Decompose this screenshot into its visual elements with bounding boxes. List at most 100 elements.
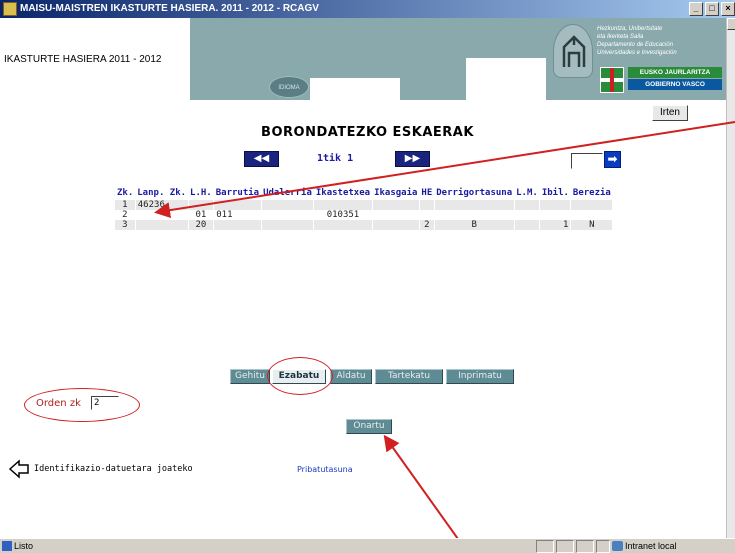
col-header: Ikastetxea	[315, 188, 371, 198]
status-panel	[536, 540, 554, 553]
government-logo: EUSKO JAURLARITZA GOBIERNO VASCO	[596, 67, 726, 95]
print-button[interactable]: Inprimatu	[446, 369, 514, 384]
accept-button[interactable]: Onartu	[346, 419, 392, 434]
dept-line: eta Ikerketa Saila	[597, 34, 644, 40]
table-row[interactable]: 3 20 2 B 1 N	[115, 220, 614, 230]
col-header: Ibil.	[541, 188, 569, 198]
delete-button[interactable]: Ezabatu	[272, 369, 326, 384]
cell	[419, 200, 435, 210]
requests-table: Zk. Lanp. Zk. L.H. Barrutia Udalerria Ik…	[115, 186, 614, 230]
cell	[514, 220, 541, 230]
col-header: Derrigortasuna	[436, 188, 513, 198]
cell: 011	[213, 210, 262, 220]
language-button[interactable]: IDIOMA	[269, 76, 309, 98]
vertical-scrollbar[interactable]	[726, 18, 735, 538]
col-header: Ikasgaia	[374, 188, 418, 198]
prev-page-button[interactable]: ◀◀	[244, 151, 279, 167]
cell	[188, 200, 215, 210]
col-header: L.H.	[190, 188, 212, 198]
cell: 010351	[313, 210, 373, 220]
modify-button[interactable]: Aldatu	[330, 369, 372, 384]
status-text: Listo	[14, 541, 34, 551]
cell	[514, 200, 541, 210]
cell	[135, 220, 189, 230]
back-to-identification-link[interactable]: Identifikazio-datuetara joateko	[34, 464, 193, 474]
cell: 3	[115, 220, 136, 230]
cell	[372, 200, 420, 210]
gov-name-spanish: GOBIERNO VASCO	[628, 79, 722, 90]
banner-white-box	[310, 78, 400, 100]
col-header: Lanp. Zk.	[137, 188, 187, 198]
cell: 2	[115, 210, 136, 220]
page-info: 1tik 1	[317, 153, 354, 164]
minimize-button[interactable]: _	[689, 2, 703, 16]
dept-line: Universidades e Investigación	[597, 50, 677, 56]
order-number-input[interactable]: 2	[91, 396, 119, 410]
cell	[434, 210, 515, 220]
cell	[570, 210, 614, 220]
cell	[313, 200, 373, 210]
col-header: Berezia	[572, 188, 611, 198]
status-panel	[596, 540, 610, 553]
scroll-up-arrow-icon[interactable]	[727, 18, 735, 30]
go-arrow-icon[interactable]: ➡	[604, 151, 621, 168]
title-bar: MAISU-MAISTREN IKASTURTE HASIERA. 2011 -…	[0, 0, 735, 18]
status-panel	[576, 540, 594, 553]
status-bar: Listo Intranet local	[0, 538, 735, 553]
exit-button[interactable]: Irten	[652, 105, 688, 121]
cell	[570, 200, 614, 210]
department-name: Hezkuntza, Unibertsitate eta Ikerketa Sa…	[597, 26, 732, 58]
gov-name-basque: EUSKO JAURLARITZA	[628, 67, 722, 78]
goto-page-input[interactable]	[571, 153, 603, 169]
table-row[interactable]: 1 46236	[115, 200, 614, 210]
annotation-arrow	[383, 434, 469, 553]
app-icon	[3, 2, 17, 16]
cell: B	[434, 220, 515, 230]
intranet-zone-icon	[612, 541, 623, 551]
cell	[261, 210, 315, 220]
emblem-logo	[553, 24, 593, 78]
page-icon	[2, 541, 12, 551]
order-number-label: Orden zk	[36, 398, 81, 409]
cell	[313, 220, 373, 230]
col-header: Udalerria	[263, 188, 312, 198]
cell	[419, 210, 435, 220]
next-page-button[interactable]: ▶▶	[395, 151, 430, 167]
cell	[261, 200, 315, 210]
col-header: Barrutia	[215, 188, 260, 198]
cell	[539, 200, 572, 210]
cell	[539, 210, 572, 220]
cell: 2	[419, 220, 435, 230]
dept-line: Departamento de Educación	[597, 42, 674, 48]
maximize-button[interactable]: □	[705, 2, 719, 16]
close-button[interactable]: ×	[721, 2, 735, 16]
cell	[213, 200, 262, 210]
cell: 01	[188, 210, 215, 220]
col-header: L.M.	[516, 188, 538, 198]
browser-window: MAISU-MAISTREN IKASTURTE HASIERA. 2011 -…	[0, 0, 735, 553]
privacy-link[interactable]: Pribatutasuna	[297, 465, 353, 474]
back-arrow-icon[interactable]	[8, 459, 30, 483]
dept-line: Hezkuntza, Unibertsitate	[597, 26, 663, 32]
ikurrina-flag-icon	[600, 67, 624, 93]
col-header: Zk.	[117, 188, 134, 198]
cell	[372, 220, 420, 230]
cell	[514, 210, 541, 220]
cell	[372, 210, 420, 220]
security-zone: Intranet local	[625, 541, 677, 551]
cell	[261, 220, 315, 230]
cell: 20	[188, 220, 215, 230]
header-banner: IKASTURTE HASIERA 2011 - 2012 IDIOMA Hez…	[0, 18, 735, 100]
table-row[interactable]: 2 01 011 010351	[115, 210, 614, 220]
insert-button[interactable]: Tartekatu	[375, 369, 443, 384]
cell: N	[570, 220, 614, 230]
cell: 1	[115, 200, 136, 210]
page-title: BORONDATEZKO ESKAERAK	[261, 125, 474, 140]
course-label: IKASTURTE HASIERA 2011 - 2012	[4, 54, 162, 65]
cell	[213, 220, 262, 230]
window-title: MAISU-MAISTREN IKASTURTE HASIERA. 2011 -…	[20, 3, 319, 14]
add-button[interactable]: Gehitu	[230, 369, 270, 384]
banner-white-box	[466, 58, 546, 100]
status-panel	[556, 540, 574, 553]
col-header: HE	[421, 188, 433, 198]
